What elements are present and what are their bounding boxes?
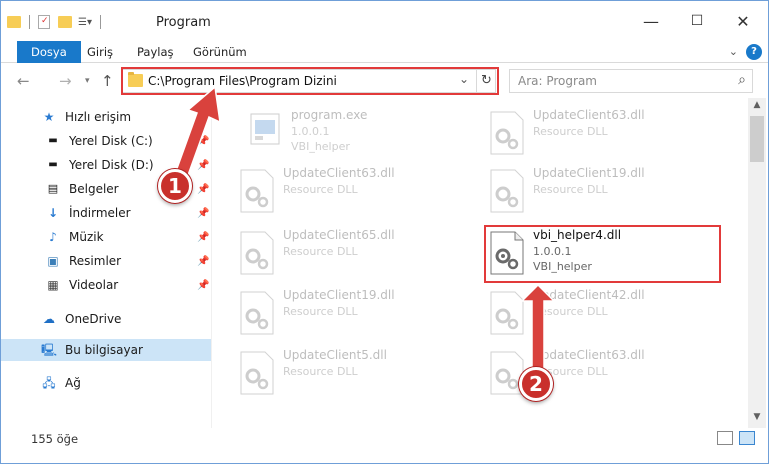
annotation-arrows bbox=[170, 85, 556, 382]
callout-badge-2: 2 bbox=[519, 367, 553, 401]
explorer-window: ✓ ☰▾ Program — ☐ ✕ Dosya Giriş Paylaş Gö… bbox=[0, 0, 769, 464]
callout-badge-1: 1 bbox=[158, 169, 192, 203]
